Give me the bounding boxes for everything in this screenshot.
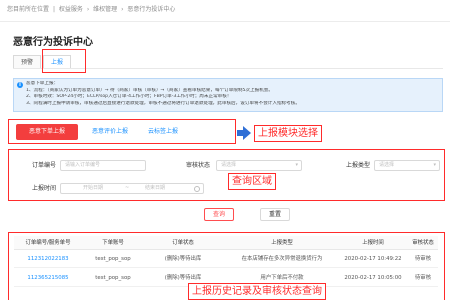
report-type-cell: 在本店铺存在多次异常退换货行为 — [241, 256, 323, 262]
column-header-report-type: 上报类型 — [271, 240, 293, 246]
report-type-placeholder: 请选择 — [379, 162, 395, 168]
column-header-audit-status: 审核状态 — [412, 240, 434, 246]
audit-status-placeholder: 请选择 — [221, 162, 237, 168]
column-header-order-status: 订单状态 — [172, 240, 194, 246]
start-date-placeholder: 开始日期 — [83, 185, 104, 191]
info-icon: i — [17, 82, 23, 88]
tab-report-highlight — [42, 49, 86, 73]
annotation-history: 上报历史记录及审核状态查询 — [188, 283, 326, 300]
notice-line-result: 3、同程满时上报申请审核，审核通过后直接进行退款处理，审核不通过将进行订单退款处… — [26, 100, 300, 106]
chevron-down-icon: ▾ — [295, 162, 298, 168]
report-type-label: 上报类型 — [345, 162, 370, 169]
reset-button[interactable]: 重置 — [260, 208, 290, 221]
annotation-query: 查询区域 — [228, 173, 276, 190]
order-no-link[interactable]: 112312022183 — [14, 250, 82, 268]
report-type-select[interactable]: 请选择 ▾ — [374, 160, 440, 171]
annotation-module: 上报模块选择 — [254, 125, 322, 142]
order-no-label: 订单编号 — [31, 162, 56, 169]
account-cell: test_pop_sop — [95, 256, 131, 262]
column-header-order-no: 订单编号/服务单号 — [25, 240, 71, 246]
breadcrumb: 您目前所在位置 | 权益服务 › 维权管理 › 恶意行为投诉中心 — [7, 6, 176, 13]
malicious-order-report-button[interactable]: 恶意下单上报 — [16, 124, 78, 140]
cloud-tag-report-link[interactable]: 云标签上报 — [148, 124, 178, 140]
tab-warning[interactable]: 预警 — [13, 55, 42, 69]
report-time-cell: 2020-02-17 10:05:00 — [344, 275, 402, 281]
page-title: 恶意行为投诉中心 — [13, 37, 93, 48]
malicious-review-report-link[interactable]: 恶意评价上报 — [92, 124, 128, 140]
order-status-cell: (删除)等待出库 — [164, 256, 202, 262]
page: 您目前所在位置 | 权益服务 › 维权管理 › 恶意行为投诉中心 恶意行为投诉中… — [0, 0, 450, 300]
notice-box: i 恶意下单上报： 1、流程：（商家认为订单为恶意订单）→ 待（商家）审核（审核… — [13, 78, 443, 112]
account-cell: test_pop_sop — [95, 275, 131, 281]
audit-status-label: 审核状态 — [185, 162, 210, 169]
column-header-report-time: 上报时间 — [362, 240, 384, 246]
query-button[interactable]: 查询 — [204, 208, 234, 221]
chevron-down-icon: ▾ — [433, 162, 436, 168]
report-time-label: 上报时间 — [31, 185, 56, 192]
breadcrumb-item-rights[interactable]: 权益服务 — [59, 6, 83, 13]
audit-status-cell: 待审核 — [414, 275, 432, 281]
table-row: 112312022183 test_pop_sop (删除)等待出库 在本店铺存… — [14, 250, 438, 268]
audit-status-select[interactable]: 请选择 ▾ — [216, 160, 302, 171]
breadcrumb-item-current: 恶意行为投诉中心 — [127, 6, 176, 13]
end-date-placeholder: 结束日期 — [145, 185, 166, 191]
report-time-range[interactable]: 开始日期 ~ 结束日期 — [60, 183, 204, 194]
annotation-arrow-head — [243, 126, 251, 140]
breadcrumb-item-defense[interactable]: 维权管理 — [93, 6, 117, 13]
breadcrumb-prefix: 您目前所在位置 — [7, 6, 50, 13]
column-header-account: 下单账号 — [102, 240, 124, 246]
order-no-input[interactable]: 请输入订单编号 — [60, 160, 146, 171]
report-time-cell: 2020-02-17 10:49:22 — [344, 256, 402, 262]
audit-status-cell: 待审核 — [414, 256, 432, 262]
table-header: 订单编号/服务单号 下单账号 订单状态 上报类型 上报时间 审核状态 — [14, 236, 438, 250]
date-separator: ~ — [125, 185, 130, 191]
order-no-link[interactable]: 112365215085 — [14, 269, 82, 287]
breadcrumb-divider — [0, 21, 450, 22]
clock-icon — [194, 186, 200, 192]
